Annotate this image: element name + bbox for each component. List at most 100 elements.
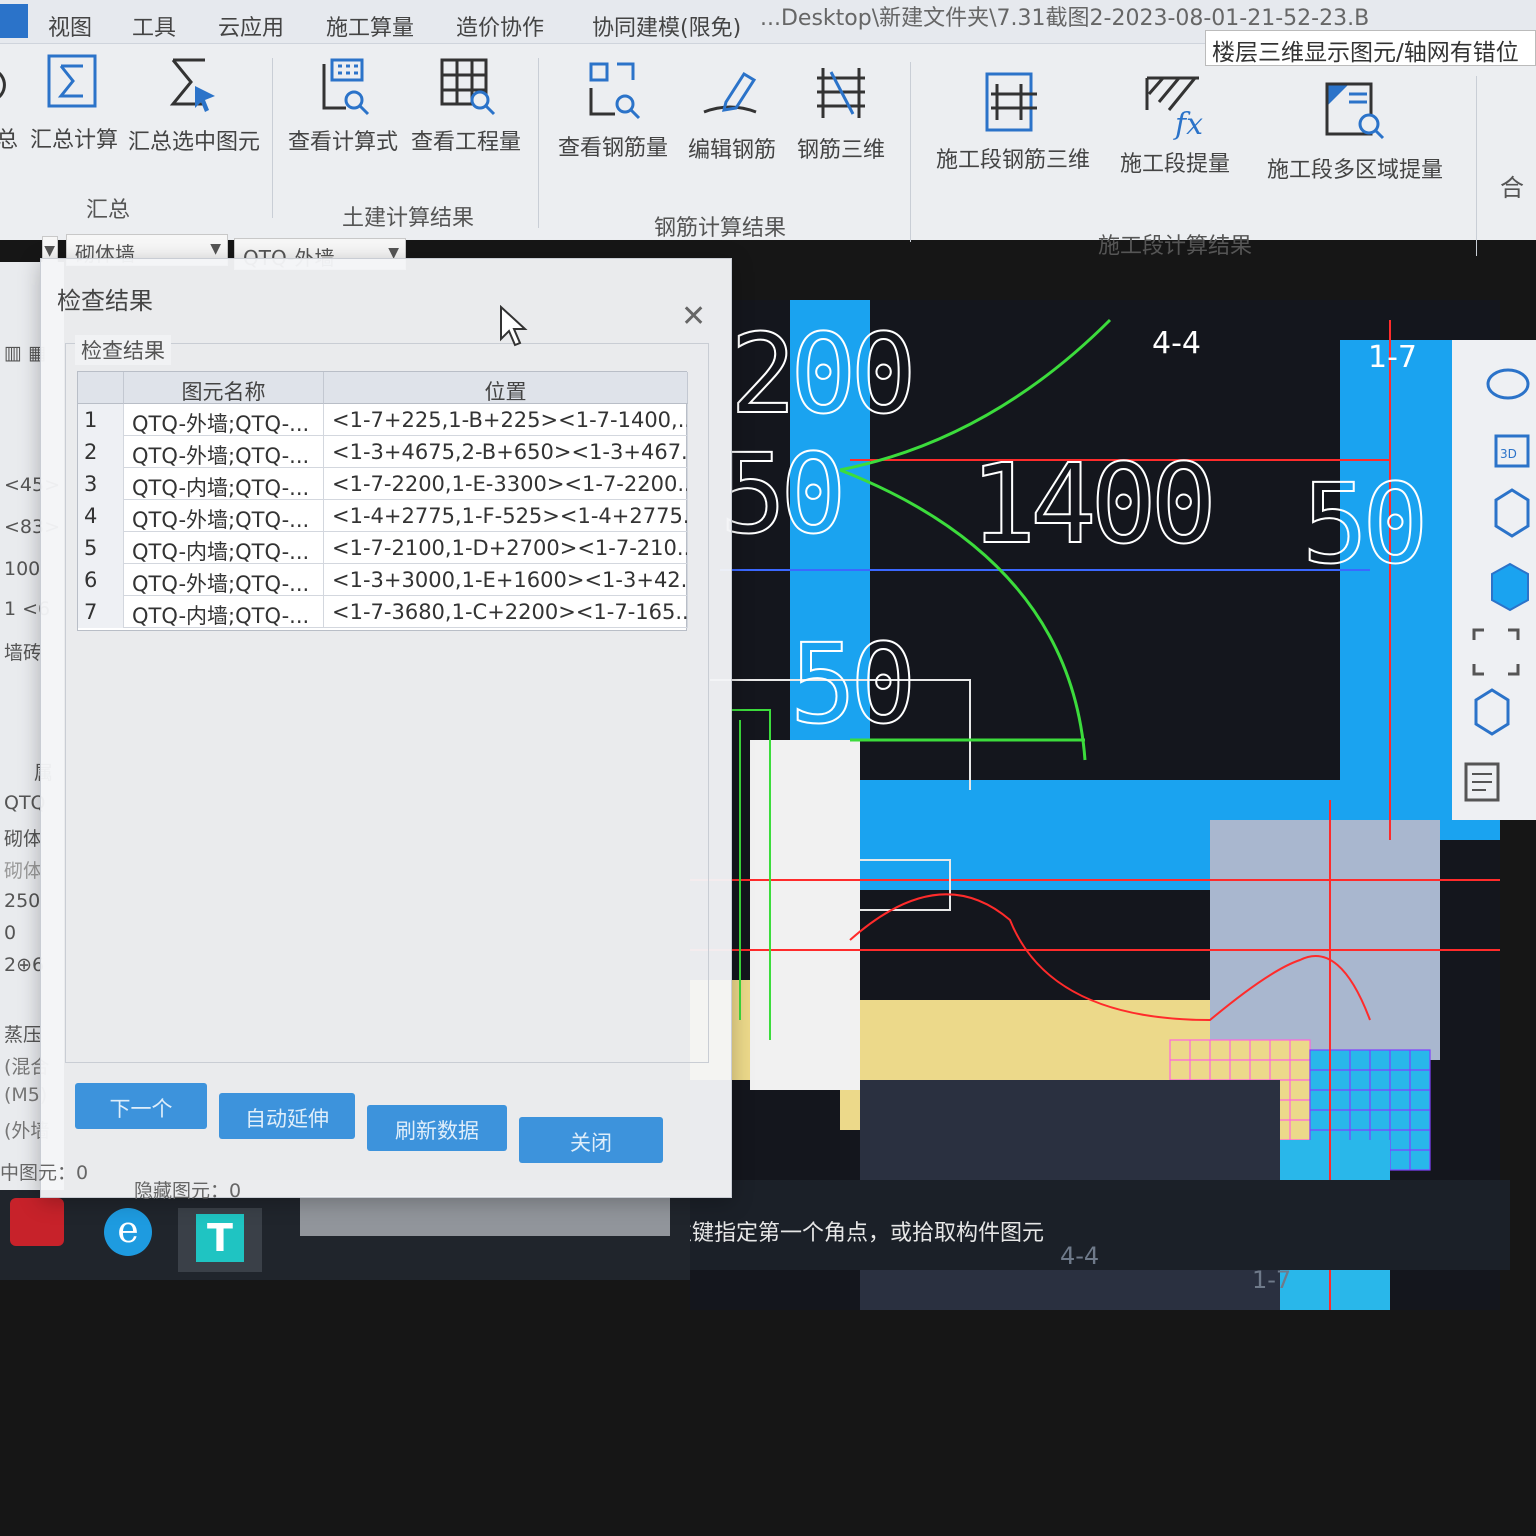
row-number: 7 — [78, 596, 124, 628]
menu-tools[interactable]: 工具 — [132, 10, 176, 42]
table-row[interactable]: 6 QTQ-外墙;QTQ-... <1-3+3000,1-E+1600><1-3… — [78, 564, 688, 596]
group-label-section-results: 施工段计算结果 — [1098, 234, 1253, 259]
summary-calc-button[interactable]: 汇总计算 — [30, 52, 118, 154]
section-box-icon — [1474, 688, 1510, 736]
row-element-name: QTQ-内墙;QTQ-... — [124, 532, 324, 564]
row-element-name: QTQ-内墙;QTQ-... — [124, 468, 324, 500]
table-row[interactable]: 3 QTQ-内墙;QTQ-... <1-7-2200,1-E-3300><1-7… — [78, 468, 688, 500]
row-number: 3 — [78, 468, 124, 500]
multi-area-search-icon — [1325, 82, 1385, 140]
row-number: 6 — [78, 564, 124, 596]
mouse-cursor-icon — [500, 305, 528, 347]
hidden-count: 隐藏图元：0 — [134, 1180, 242, 1202]
selected-count: 中图元：0 — [0, 1162, 89, 1184]
wall-grey-block — [1210, 820, 1440, 1060]
edit-rebar-button[interactable]: 编辑钢筋 — [684, 62, 780, 164]
ribbon: 视图 工具 云应用 施工算量 造价协作 协同建模(限免) ...Desktop\… — [0, 0, 1536, 270]
dim-label: 1400 — [969, 439, 1218, 569]
row-element-name: QTQ-内墙;QTQ-... — [124, 596, 324, 628]
panel-item: 0 — [4, 922, 17, 944]
view-quantity-button[interactable]: 查看工程量 — [410, 54, 522, 156]
svg-text:3D: 3D — [1500, 447, 1517, 461]
row-position: <1-4+2775,1-F-525><1-4+2775... — [324, 500, 688, 532]
dialog-title: 检查结果 — [57, 287, 153, 315]
cube-icon — [1494, 488, 1530, 538]
view-rebar-button[interactable]: 查看钢筋量 — [556, 58, 670, 162]
table-header-name[interactable]: 图元名称 — [124, 372, 324, 404]
close-button[interactable]: 关闭 — [519, 1117, 663, 1163]
status-prompt: 左键指定第一个角点，或拾取构件图元 — [670, 1221, 1045, 1246]
menu-view[interactable]: 视图 — [48, 10, 92, 42]
row-number: 1 — [78, 404, 124, 436]
cad-viewport[interactable]: 200 50 1400 50 50 4-4 1-7 — [690, 300, 1500, 1310]
section-fx-icon: fx — [1145, 76, 1203, 140]
rebar-3d-button[interactable]: 钢筋三维 — [792, 62, 890, 164]
close-icon[interactable]: ✕ — [681, 299, 706, 334]
table-row[interactable]: 1 QTQ-外墙;QTQ-... <1-7+225,1-B+225><1-7-1… — [78, 404, 688, 436]
view-tools-icons: 3D — [1464, 368, 1530, 802]
section-quantity-button[interactable]: fx 施工段提量 — [1112, 70, 1238, 178]
row-position: <1-7-3680,1-C+2200><1-7-165... — [324, 596, 688, 628]
results-table: 图元名称 位置 1 QTQ-外墙;QTQ-... <1-7+225,1-B+22… — [77, 371, 688, 631]
snap-toolbar[interactable] — [300, 1196, 670, 1236]
table-row[interactable]: 2 QTQ-外墙;QTQ-... <1-3+4675,2-B+650><1-3+… — [78, 436, 688, 468]
table-row[interactable]: 5 QTQ-内墙;QTQ-... <1-7-2100,1-D+2700><1-7… — [78, 532, 688, 564]
check-results-dialog: 检查结果 ✕ 检查结果 图元名称 位置 1 QTQ-外墙;QTQ-... <1-… — [40, 258, 732, 1198]
ie-browser-icon[interactable]: e — [104, 1208, 152, 1256]
summary-selected-button[interactable]: 汇总选中图元 — [128, 52, 260, 156]
menu-collaborative-modeling[interactable]: 协同建模(限免) — [592, 10, 741, 42]
dim-label: 200 — [729, 309, 918, 439]
ribbon-overflow-label: 合 — [1500, 174, 1524, 202]
grid-search-icon — [440, 58, 496, 116]
row-element-name: QTQ-外墙;QTQ-... — [124, 500, 324, 532]
panel-item: 2⊕6 — [4, 954, 45, 976]
next-button[interactable]: 下一个 — [75, 1083, 207, 1129]
formula-search-icon — [322, 58, 370, 116]
fit-view-icon — [1472, 628, 1520, 676]
axis-label: 4-4 — [1152, 326, 1201, 361]
summary-partial-button[interactable]: 总 — [0, 56, 20, 154]
solid-cube-icon — [1491, 562, 1529, 612]
menu-construction-quantity[interactable]: 施工算量 — [326, 10, 414, 42]
section-multi-area-button[interactable]: 施工段多区域提量 — [1254, 76, 1456, 184]
window-title: ...Desktop\新建文件夹\7.31截图2-2023-08-01-21-5… — [760, 6, 1370, 31]
group-label-rebar-results: 钢筋计算结果 — [654, 216, 787, 241]
menu-cloud-apps[interactable]: 云应用 — [218, 10, 284, 42]
row-element-name: QTQ-外墙;QTQ-... — [124, 436, 324, 468]
column-white — [750, 740, 860, 1090]
svg-text:fx: fx — [1173, 107, 1203, 140]
sigma-box-icon — [47, 54, 97, 108]
rebar-search-icon — [589, 62, 641, 120]
row-element-name: QTQ-外墙;QTQ-... — [124, 564, 324, 596]
refresh-data-button[interactable]: 刷新数据 — [367, 1105, 507, 1151]
section-rebar-icon — [985, 72, 1037, 132]
table-header-num — [78, 372, 124, 404]
row-position: <1-7-2100,1-D+2700><1-7-210... — [324, 532, 688, 564]
table-row[interactable]: 4 QTQ-外墙;QTQ-... <1-4+2775,1-F-525><1-4+… — [78, 500, 688, 532]
auto-extend-button[interactable]: 自动延伸 — [219, 1093, 355, 1139]
panel-item: 250 — [4, 890, 41, 912]
table-row[interactable]: 7 QTQ-内墙;QTQ-... <1-7-3680,1-C+2200><1-7… — [78, 596, 688, 628]
row-number: 5 — [78, 532, 124, 564]
row-number: 2 — [78, 436, 124, 468]
gtj-app-icon: T — [196, 1214, 244, 1262]
axis-label: 1-7 — [1368, 340, 1417, 375]
menu-tab-active[interactable] — [0, 4, 28, 38]
table-header-position[interactable]: 位置 — [324, 372, 688, 404]
taskbar-active-app[interactable]: T — [178, 1208, 262, 1272]
panel-item: 蒸压 — [4, 1024, 43, 1046]
section-rebar-3d-button[interactable]: 施工段钢筋三维 — [928, 66, 1098, 174]
pencil-icon — [703, 71, 757, 114]
info-box: 楼层三维显示图元/轴网有错位 — [1205, 30, 1536, 66]
panel-item: 墙砖 — [4, 642, 43, 664]
panel-item: 砌体 — [4, 828, 43, 850]
menu-cost-collaboration[interactable]: 造价协作 — [456, 10, 544, 42]
rebar-3d-icon — [817, 68, 865, 118]
view-formula-button[interactable]: 查看计算式 — [288, 54, 398, 156]
list-icon — [1464, 762, 1500, 802]
group-label-summary: 汇总 — [86, 198, 131, 223]
app-icon-red[interactable] — [10, 1198, 64, 1246]
dim-label: 50 — [1301, 459, 1429, 589]
row-position: <1-3+4675,2-B+650><1-3+467... — [324, 436, 688, 468]
sigma-cursor-icon — [169, 58, 215, 112]
